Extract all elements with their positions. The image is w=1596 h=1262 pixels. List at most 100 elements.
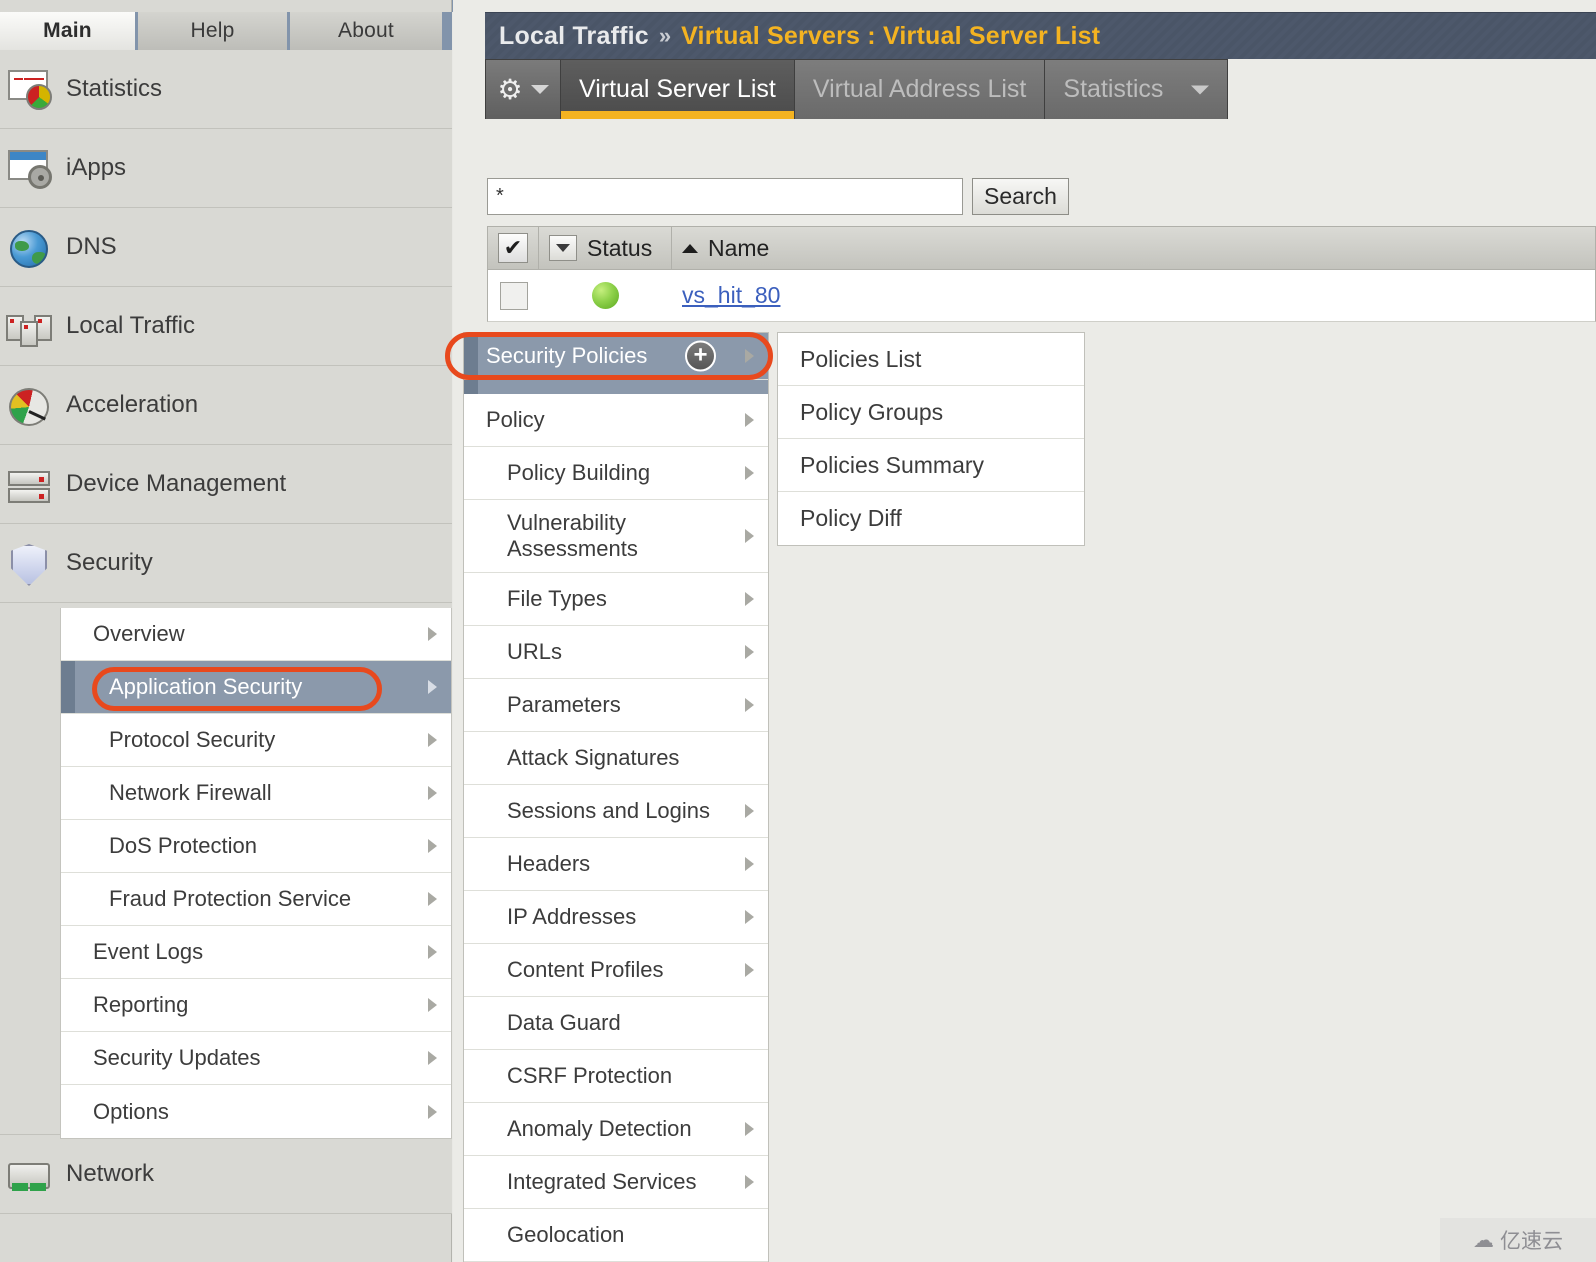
sidebar-item-protocol-security[interactable]: Protocol Security (61, 714, 451, 767)
sidebar-item-network-firewall[interactable]: Network Firewall (61, 767, 451, 820)
tab-virtual-address-list[interactable]: Virtual Address List (794, 59, 1046, 119)
sidebar-item-iapps[interactable]: iApps (0, 129, 452, 208)
table-header-status[interactable]: Status (539, 227, 672, 269)
table-header-row: ✔ Status Name (487, 226, 1596, 270)
chevron-right-icon (745, 910, 754, 924)
tab-statistics[interactable]: Statistics (1045, 59, 1229, 119)
sidebar-item-acceleration-label: Acceleration (66, 391, 199, 418)
flyout-item-file-types[interactable]: File Types (464, 573, 768, 626)
flyout-item-integrated-services[interactable]: Integrated Services (464, 1156, 768, 1209)
table-header-status-label: Status (587, 234, 653, 261)
plus-circle-icon[interactable]: + (685, 340, 716, 372)
breadcrumb-module[interactable]: Local Traffic (499, 22, 649, 51)
sidebar-item-device-management[interactable]: Device Management (0, 445, 452, 524)
sort-ascending-icon[interactable] (682, 243, 698, 253)
sidebar-item-options[interactable]: Options (61, 1085, 451, 1138)
flyout-item-data-guard[interactable]: Data Guard (464, 997, 768, 1050)
shield-icon (6, 542, 54, 586)
nav-tab-main[interactable]: Main (0, 12, 138, 50)
security-submenu: Overview Application Security Protocol S… (60, 608, 452, 1139)
submenu-item-policies-summary[interactable]: Policies Summary (778, 439, 1084, 492)
sidebar-item-statistics[interactable]: Statistics (0, 50, 452, 129)
virtual-server-link[interactable]: vs_hit_80 (682, 282, 780, 309)
chevron-right-icon (745, 1175, 754, 1189)
table-header-select-all[interactable]: ✔ (488, 227, 539, 269)
nav-tab-about[interactable]: About (290, 12, 442, 50)
submenu-item-policy-groups[interactable]: Policy Groups (778, 386, 1084, 439)
page-tab-bar: ⚙ Virtual Server List Virtual Address Li… (485, 59, 1229, 119)
table-header-name-label: Name (708, 234, 770, 261)
sidebar-item-event-logs[interactable]: Event Logs (61, 926, 451, 979)
search-input[interactable] (487, 178, 963, 215)
submenu-item-policies-list[interactable]: Policies List (778, 333, 1084, 386)
sidebar-item-iapps-label: iApps (66, 154, 127, 181)
chevron-right-icon (745, 1122, 754, 1136)
row-checkbox-cell[interactable] (488, 281, 539, 310)
flyout-item-vulnerability-assessments-label: Vulnerability Assessments (507, 509, 638, 561)
sidebar-item-security[interactable]: Security (0, 524, 452, 603)
chevron-right-icon (745, 413, 754, 427)
sidebar-item-network-firewall-label: Network Firewall (109, 780, 272, 805)
tab-virtual-server-list[interactable]: Virtual Server List (561, 59, 795, 119)
gear-icon: ⚙ (497, 73, 523, 105)
submenu-item-policies-summary-label: Policies Summary (800, 451, 985, 478)
sidebar-item-network[interactable]: Network (0, 1135, 452, 1214)
sidebar-item-acceleration[interactable]: Acceleration (0, 366, 452, 445)
breadcrumb-separator-icon: » (658, 23, 672, 48)
network-switch-icon (6, 1153, 54, 1195)
chevron-right-icon (745, 698, 754, 712)
sidebar-item-overview-label: Overview (93, 621, 185, 646)
flyout-item-geolocation[interactable]: Geolocation (464, 1209, 768, 1262)
sidebar-item-fraud-protection-service[interactable]: Fraud Protection Service (61, 873, 451, 926)
chevron-right-icon (428, 1051, 437, 1065)
nav-tab-help[interactable]: Help (138, 12, 290, 50)
tab-virtual-address-list-label: Virtual Address List (812, 75, 1027, 103)
flyout-item-vulnerability-assessments[interactable]: Vulnerability Assessments (464, 500, 768, 573)
sidebar-item-application-security[interactable]: Application Security (61, 661, 451, 714)
flyout-item-urls[interactable]: URLs (464, 626, 768, 679)
checkbox-checked-icon[interactable]: ✔ (498, 233, 528, 263)
checkbox-unchecked-icon[interactable] (499, 281, 528, 310)
flyout-item-csrf-protection-label: CSRF Protection (507, 1062, 673, 1088)
flyout-item-parameters[interactable]: Parameters (464, 679, 768, 732)
chevron-right-icon (745, 857, 754, 871)
sidebar-item-reporting[interactable]: Reporting (61, 979, 451, 1032)
chevron-down-icon (530, 85, 549, 94)
flyout-item-security-policies[interactable]: Security Policies + (464, 333, 768, 380)
row-status-cell (539, 282, 672, 309)
chevron-right-icon (428, 680, 437, 694)
table-row[interactable]: vs_hit_80 (487, 270, 1596, 322)
flyout-item-sessions-and-logins[interactable]: Sessions and Logins (464, 785, 768, 838)
sidebar-item-local-traffic[interactable]: Local Traffic (0, 287, 452, 366)
submenu-item-policy-diff[interactable]: Policy Diff (778, 492, 1084, 545)
sidebar-item-dns-label: DNS (66, 233, 117, 260)
tab-virtual-server-list-label: Virtual Server List (579, 75, 776, 103)
row-name-cell[interactable]: vs_hit_80 (672, 282, 1595, 309)
sidebar-item-dns[interactable]: DNS (0, 208, 452, 287)
search-button[interactable]: Search (972, 178, 1069, 215)
sidebar-item-dos-protection[interactable]: DoS Protection (61, 820, 451, 873)
flyout-item-anomaly-detection[interactable]: Anomaly Detection (464, 1103, 768, 1156)
tab-gear-menu[interactable]: ⚙ (485, 59, 561, 119)
sort-descending-icon[interactable] (549, 235, 577, 261)
cloud-icon: ☁ (1473, 1228, 1494, 1252)
flyout-item-parameters-label: Parameters (507, 691, 621, 717)
flyout-item-geolocation-label: Geolocation (507, 1221, 625, 1247)
table-header-name[interactable]: Name (672, 227, 1595, 269)
flyout-item-attack-signatures[interactable]: Attack Signatures (464, 732, 768, 785)
flyout-item-ip-addresses[interactable]: IP Addresses (464, 891, 768, 944)
sidebar-item-options-label: Options (93, 1098, 169, 1124)
tab-statistics-label: Statistics (1063, 75, 1164, 103)
flyout-item-headers-label: Headers (507, 850, 591, 876)
flyout-item-content-profiles[interactable]: Content Profiles (464, 944, 768, 997)
sidebar-item-overview[interactable]: Overview (61, 608, 451, 661)
flyout-item-headers[interactable]: Headers (464, 838, 768, 891)
sidebar-item-reporting-label: Reporting (93, 992, 189, 1017)
sidebar-item-security-label: Security (66, 549, 153, 576)
sidebar-item-security-updates[interactable]: Security Updates (61, 1032, 451, 1085)
nav-tab-about-label: About (338, 19, 394, 42)
flyout-item-policy[interactable]: Policy (464, 394, 768, 447)
flyout-item-policy-building[interactable]: Policy Building (464, 447, 768, 500)
flyout-item-csrf-protection[interactable]: CSRF Protection (464, 1050, 768, 1103)
sidebar-item-protocol-security-label: Protocol Security (109, 727, 276, 752)
